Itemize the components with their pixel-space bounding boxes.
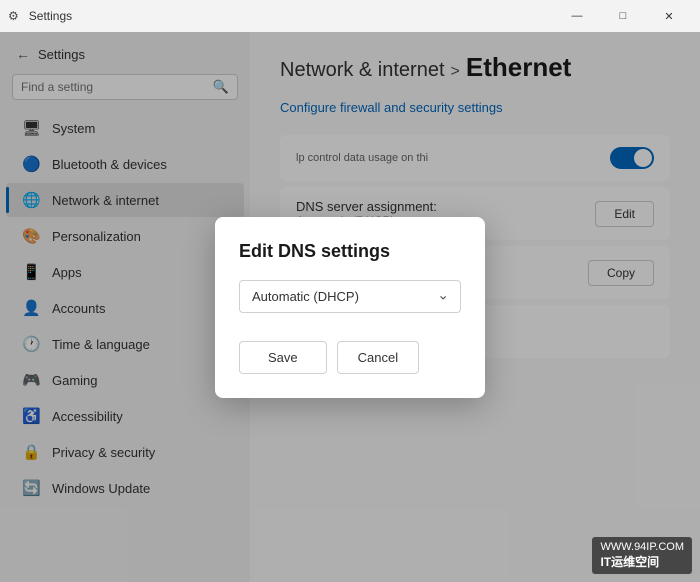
select-wrapper: Automatic (DHCP) Manual — [239, 280, 461, 313]
close-button[interactable]: ✕ — [646, 0, 692, 32]
dialog-title: Edit DNS settings — [239, 241, 461, 262]
save-button[interactable]: Save — [239, 341, 327, 374]
edit-dns-dialog: Edit DNS settings Automatic (DHCP) Manua… — [215, 217, 485, 398]
cancel-button[interactable]: Cancel — [337, 341, 419, 374]
minimize-button[interactable]: — — [554, 0, 600, 32]
title-bar-text: Settings — [29, 9, 72, 23]
title-bar: ⚙ Settings — □ ✕ — [0, 0, 700, 32]
title-bar-left: ⚙ Settings — [8, 9, 72, 23]
maximize-button[interactable]: □ — [600, 0, 646, 32]
dns-type-select[interactable]: Automatic (DHCP) Manual — [239, 280, 461, 313]
settings-icon: ⚙ — [8, 9, 19, 23]
watermark: WWW.94IP.COM IT运维空间 — [592, 537, 692, 574]
title-bar-controls: — □ ✕ — [554, 0, 692, 32]
watermark-line2: IT运维空间 — [600, 553, 684, 570]
dialog-buttons: Save Cancel — [239, 341, 461, 374]
dialog-overlay: Edit DNS settings Automatic (DHCP) Manua… — [0, 32, 700, 582]
watermark-line1: WWW.94IP.COM — [600, 541, 684, 553]
